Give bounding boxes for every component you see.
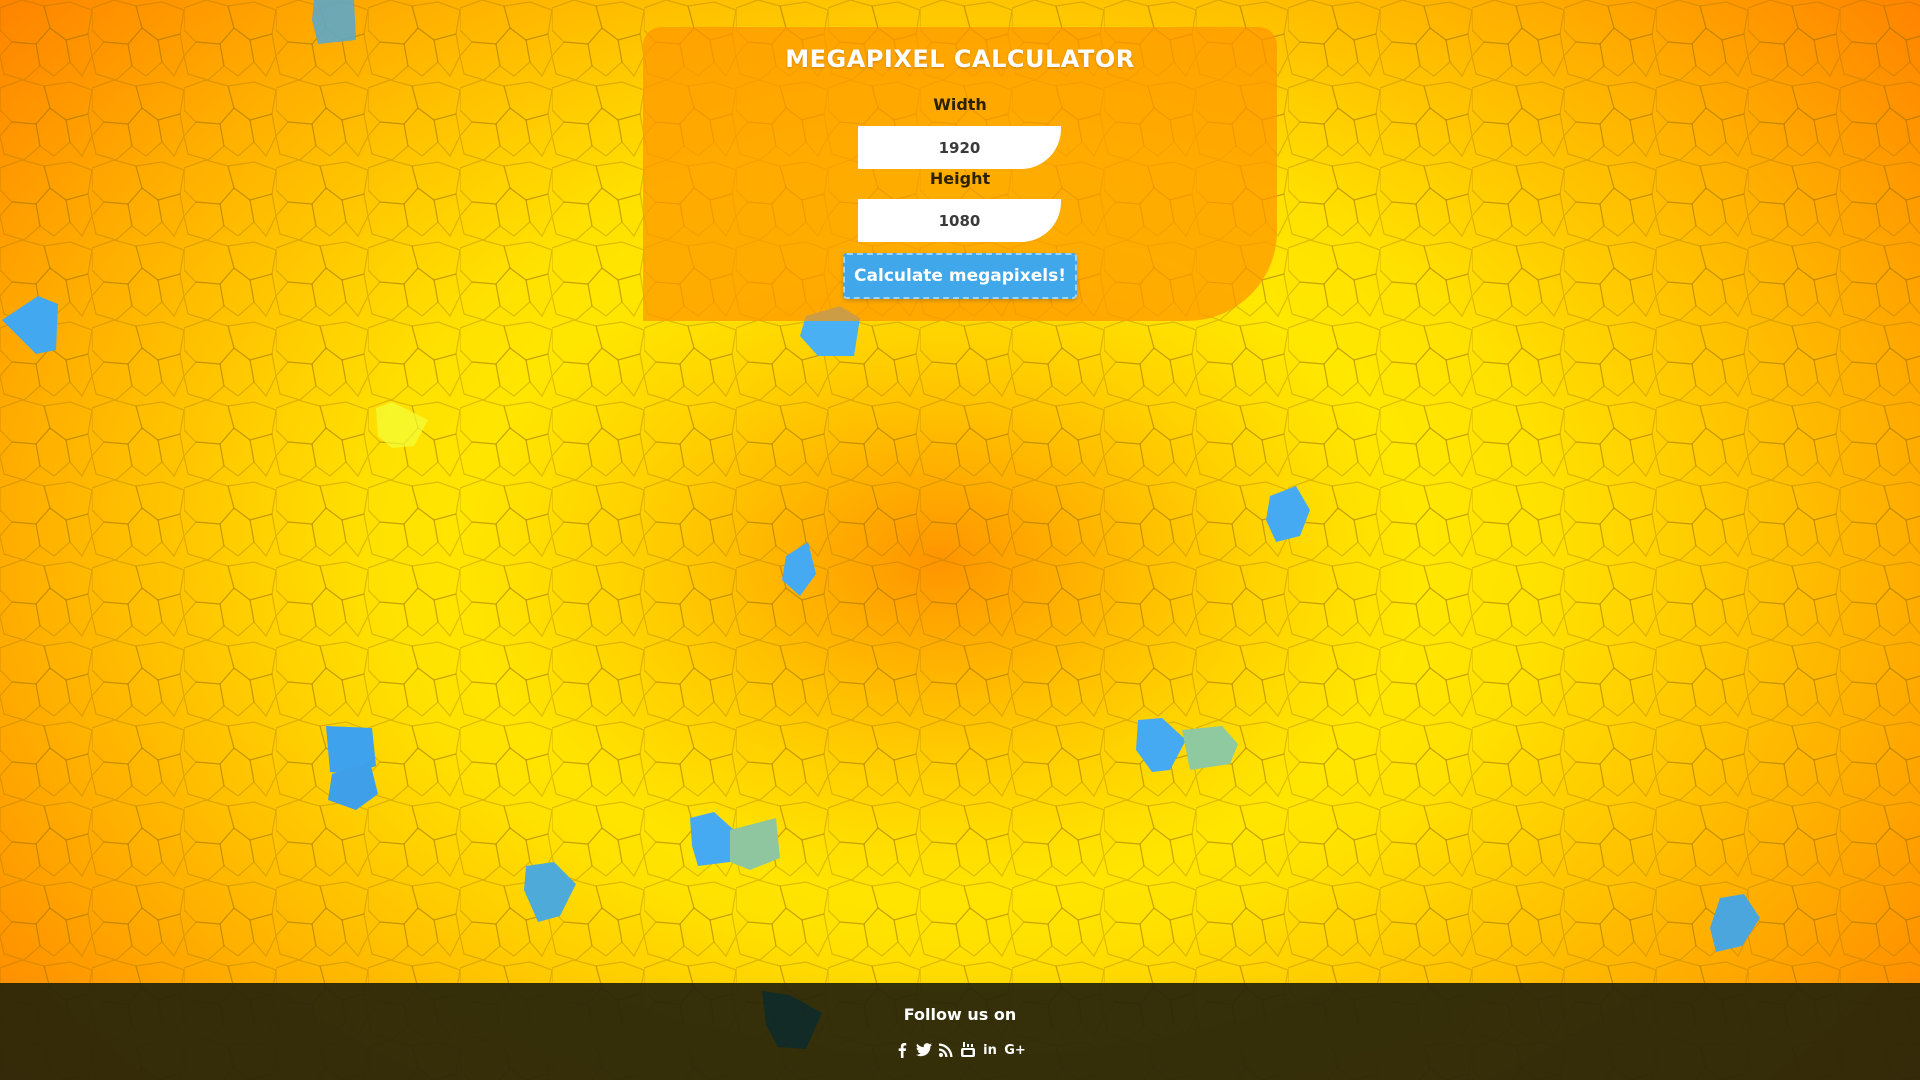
calculator-panel: MEGAPIXEL CALCULATOR Width Height Calcul… [643, 27, 1277, 321]
width-input[interactable] [858, 126, 1061, 169]
footer: Follow us on in G+ [0, 983, 1920, 1080]
calculator-title: MEGAPIXEL CALCULATOR [785, 45, 1135, 73]
rss-icon[interactable] [938, 1041, 954, 1059]
footer-mosaic [762, 991, 822, 1049]
calculate-button[interactable]: Calculate megapixels! [843, 253, 1077, 299]
linkedin-glyph: in [983, 1042, 997, 1058]
social-links: in G+ [0, 1041, 1920, 1059]
linkedin-icon[interactable]: in [982, 1041, 998, 1059]
height-input[interactable] [858, 199, 1061, 242]
facebook-icon[interactable] [894, 1041, 910, 1059]
twitter-icon[interactable] [916, 1041, 932, 1059]
width-label: Width [933, 95, 987, 114]
google-plus-glyph: G+ [1004, 1042, 1026, 1058]
youtube-icon[interactable] [960, 1041, 976, 1059]
follow-us-text: Follow us on [903, 1005, 1017, 1024]
page: MEGAPIXEL CALCULATOR Width Height Calcul… [0, 0, 1920, 1080]
height-label: Height [929, 169, 991, 188]
google-plus-icon[interactable]: G+ [1004, 1041, 1026, 1059]
